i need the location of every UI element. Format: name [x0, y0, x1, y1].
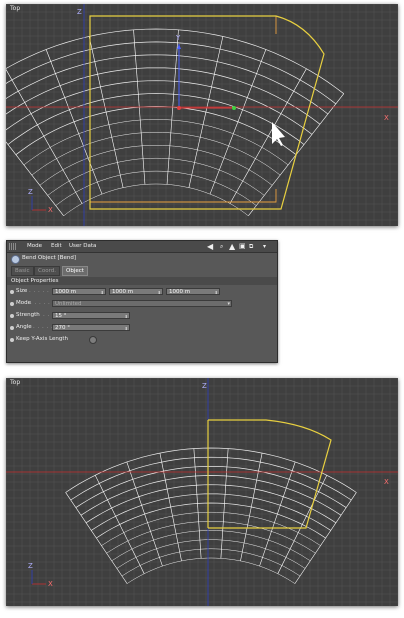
mesh-line — [85, 484, 337, 524]
size-y-field[interactable]: 1000 m ⬍ — [109, 288, 163, 295]
mesh-line — [65, 447, 357, 493]
mini-axis-label-z: Z — [28, 562, 33, 570]
keep-length-row: Keep Y-Axis Length — [7, 335, 277, 345]
mini-axis-label-x: X — [48, 206, 53, 214]
mesh-line — [39, 145, 273, 186]
spinner-icon[interactable]: ⬍ — [125, 313, 128, 320]
chevron-down-icon[interactable]: ▾ — [227, 301, 230, 308]
mini-axis-label-x: X — [48, 580, 53, 588]
mode-value: Unlimited — [55, 301, 82, 307]
angle-row: Angle . . . . . . . . . . 270 ° ⬍ — [7, 323, 277, 333]
search-icon[interactable]: ⌕ — [220, 242, 223, 251]
top-viewport-canvas[interactable]: Z X Y Z X — [6, 4, 398, 226]
menu-bar: Mode Edit User Data ◀ ⌕ ▲ ▣ ⧉ ▾ — [7, 241, 277, 253]
tab-basic[interactable]: Basic — [11, 266, 34, 276]
axis-label-x: X — [384, 114, 389, 122]
mesh-line — [111, 530, 311, 562]
size-x-value: 1000 m — [55, 289, 77, 295]
tab-coord[interactable]: Coord. — [34, 266, 60, 276]
tab-object[interactable]: Object — [62, 266, 88, 276]
panel-grip-icon[interactable] — [9, 243, 17, 250]
mode-row: Mode . . . . . . . . . . . Unlimited ▾ — [7, 299, 277, 309]
mode-label: Mode — [16, 300, 31, 306]
size-z-field[interactable]: 1000 m ⬍ — [166, 288, 220, 295]
object-title: Bend Object [Bend] — [22, 255, 76, 261]
keep-length-checkbox[interactable] — [89, 336, 97, 344]
strength-label: Strength — [16, 312, 40, 318]
strength-value: 15 ° — [55, 313, 67, 319]
new-panel-icon[interactable]: ⧉ — [249, 242, 253, 251]
back-arrow-icon[interactable]: ◀ — [207, 242, 213, 251]
size-row: Size . . . . . . . . . . . 1000 m ⬍ 1000… — [7, 287, 277, 297]
axis-label-z: Z — [77, 8, 82, 16]
mesh-line — [6, 68, 83, 204]
size-z-value: 1000 m — [169, 289, 191, 295]
mode-dropdown[interactable]: Unlimited ▾ — [52, 300, 232, 307]
pointer-icon[interactable]: ▲ — [229, 242, 235, 251]
attribute-manager: Mode Edit User Data ◀ ⌕ ▲ ▣ ⧉ ▾ Bend Obj… — [6, 240, 278, 363]
axis-label-x: X — [384, 478, 389, 486]
mesh-line — [121, 548, 301, 577]
mesh-line — [6, 141, 64, 216]
animate-dot-icon[interactable] — [10, 290, 14, 294]
axis-label-y: Y — [175, 34, 181, 42]
section-title: Object Properties — [11, 278, 59, 284]
mesh-line — [229, 68, 307, 204]
bottom-viewport[interactable]: Z X Z X Top — [6, 378, 398, 606]
angle-field[interactable]: 270 ° ⬍ — [52, 324, 130, 331]
axis-label-z: Z — [202, 382, 207, 390]
object-header: Bend Object [Bend] — [7, 253, 277, 264]
menu-user-data[interactable]: User Data — [69, 243, 96, 249]
mesh-line — [63, 183, 249, 216]
mesh-line — [6, 67, 321, 125]
menu-edit[interactable]: Edit — [51, 243, 62, 249]
handle-dot — [177, 106, 181, 110]
angle-value: 270 ° — [55, 325, 70, 331]
section-header: Object Properties — [7, 277, 277, 285]
size-label: Size — [16, 288, 28, 294]
size-x-field[interactable]: 1000 m ⬍ — [52, 288, 106, 295]
angle-label: Angle — [16, 324, 32, 330]
bend-object-icon — [11, 255, 20, 264]
mesh-line — [45, 49, 103, 195]
top-viewport[interactable]: Z X Y Z X Top — [6, 4, 398, 226]
animate-dot-icon[interactable] — [10, 338, 14, 342]
mesh-line — [101, 511, 321, 546]
lock-icon[interactable]: ▣ — [239, 242, 246, 251]
menu-mode[interactable]: Mode — [27, 243, 42, 249]
animate-dot-icon[interactable] — [10, 314, 14, 318]
spinner-icon[interactable]: ⬍ — [125, 325, 128, 332]
animate-dot-icon[interactable] — [10, 326, 14, 330]
tab-bar: Basic Coord. Object — [7, 265, 277, 276]
mini-axis-label-z: Z — [28, 188, 33, 196]
spinner-icon[interactable]: ⬍ — [158, 289, 161, 296]
mesh-line — [7, 93, 305, 145]
spinner-icon[interactable]: ⬍ — [101, 289, 104, 296]
keep-length-label: Keep Y-Axis Length — [16, 336, 69, 342]
size-y-value: 1000 m — [112, 289, 134, 295]
viewport-label: Top — [10, 5, 21, 12]
strength-row: Strength . . . . . . . 15 ° ⬍ — [7, 311, 277, 321]
mesh-line — [31, 132, 281, 176]
spinner-icon[interactable]: ⬍ — [215, 289, 218, 296]
mesh-line — [96, 502, 326, 539]
panel-menu-icon[interactable]: ▾ — [263, 242, 266, 251]
mesh-line — [75, 465, 347, 508]
mesh-line — [6, 54, 329, 115]
bottom-viewport-canvas[interactable]: Z X Z X — [6, 378, 398, 606]
viewport-label: Top — [10, 379, 21, 386]
strength-field[interactable]: 15 ° ⬍ — [52, 312, 130, 319]
animate-dot-icon[interactable] — [10, 302, 14, 306]
handle-dot — [232, 106, 236, 110]
